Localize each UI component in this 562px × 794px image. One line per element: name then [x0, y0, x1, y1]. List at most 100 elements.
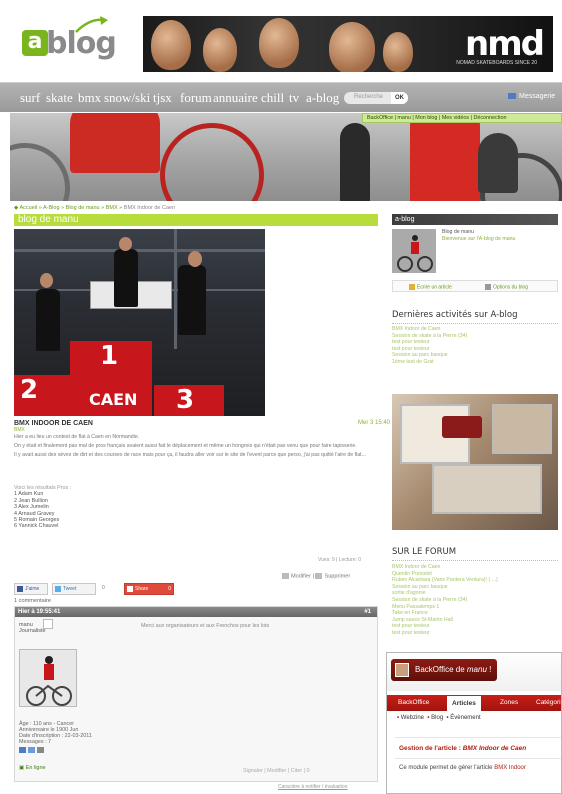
- nav-item-chill[interactable]: chill: [261, 90, 284, 106]
- blog-title: blog de manu: [14, 214, 378, 226]
- podium-banner: CAEN: [89, 390, 138, 409]
- sidebar-photo[interactable]: [392, 394, 558, 530]
- forum-item[interactable]: Jump sauce St-Martin Hall: [392, 617, 498, 624]
- user-icon[interactable]: [37, 747, 44, 753]
- gestion-prefix: Gestion de l'article :: [399, 745, 463, 752]
- backoffice-subnav: • Webzine • Blog • Évènement: [397, 715, 481, 721]
- activity-item[interactable]: BMX Indoor de Caen: [392, 326, 467, 333]
- activity-item[interactable]: test pour testeur: [392, 339, 467, 346]
- messagerie-label: Messagerie: [519, 93, 556, 100]
- report-link[interactable]: Caractère à notifier / évaluation: [278, 784, 347, 790]
- forum-item[interactable]: test pour testeur: [392, 630, 498, 637]
- author-stats: Âge : 110 ans - Cancer Anniversaire le 1…: [19, 721, 92, 755]
- forum-item[interactable]: test pour testeur: [392, 623, 498, 630]
- tab-articles[interactable]: Articles: [447, 696, 481, 711]
- forum-item[interactable]: Quentin Poncelet: [392, 571, 498, 578]
- forum-item[interactable]: sortie d'agonie: [392, 590, 498, 597]
- ablog-name[interactable]: Blog de manu: [442, 229, 474, 235]
- nav-item-bmx[interactable]: bmx: [78, 90, 101, 106]
- backoffice-panel: BackOffice de manu ! BackOffice Articles…: [386, 652, 562, 794]
- post-title[interactable]: BMX INDOOR DE CAEN: [14, 420, 93, 427]
- activity-item[interactable]: Session de skate à la Pierre (34): [392, 333, 467, 340]
- forum-item[interactable]: Session au parc basque: [392, 584, 498, 591]
- forum-item[interactable]: Ruben Alcantara (Vans Pantera Ventura)! …: [392, 577, 498, 584]
- edit-link[interactable]: Modifier: [291, 573, 311, 579]
- ablog-logo[interactable]: a blog: [22, 14, 117, 62]
- facebook-icon: [17, 586, 23, 592]
- subnav-blog[interactable]: Blog: [431, 715, 443, 721]
- ablog-actions: Écrire un article Options du blog: [392, 280, 558, 292]
- breadcrumb-bmx[interactable]: BMX: [106, 205, 118, 211]
- hero-image: [10, 113, 562, 201]
- subnav-evenement[interactable]: Évènement: [450, 715, 480, 721]
- backoffice-title: BackOffice de manu !: [391, 659, 498, 681]
- post-edit-links: Modifier | Supprimer: [282, 573, 350, 579]
- post-paragraph: On y était et finalement pas mal de pros…: [14, 443, 357, 449]
- post-body: Hier a eu lieu un contest de flat à Caen…: [14, 434, 378, 461]
- mail-icon[interactable]: [28, 747, 35, 753]
- nav-item-forum[interactable]: forum: [180, 90, 212, 106]
- podium-number-3: 3: [176, 385, 195, 415]
- backoffice-tabs: BackOffice Articles Zones Catégories: [387, 695, 561, 711]
- forum-item[interactable]: BMX Indoor de Caen: [392, 564, 498, 571]
- delete-link[interactable]: Supprimer: [324, 573, 350, 579]
- podium-number-1: 1: [100, 341, 119, 371]
- author-contact-icons: [19, 747, 92, 755]
- avatar[interactable]: [19, 649, 77, 707]
- activity-item[interactable]: 1ème test de Grat: [392, 359, 467, 366]
- forum-list: BMX Indoor de Caen Quentin Poncelet Rube…: [392, 564, 498, 637]
- nav-item-snow-ski[interactable]: snow/ski: [104, 90, 150, 106]
- desc-prefix: Ce module permet de gérer l'article: [399, 765, 495, 771]
- blog-avatar[interactable]: [392, 229, 436, 273]
- write-article-link[interactable]: Écrire un article: [409, 284, 452, 290]
- backoffice-avatar: [395, 663, 409, 677]
- post-category[interactable]: BMX: [14, 427, 25, 433]
- forum-heading: SUR LE FORUM: [392, 547, 558, 561]
- gear-icon: [485, 284, 491, 290]
- logo-letter: a: [22, 30, 48, 56]
- tweet-button[interactable]: Tweet: [52, 583, 96, 595]
- share-button[interactable]: Share 0: [124, 583, 174, 595]
- pencil-icon: [409, 284, 415, 290]
- comment-number[interactable]: #1: [364, 607, 371, 617]
- nmd-ad-banner[interactable]: nmd NOMAD SKATEBOARDS SINCE 20: [143, 16, 553, 72]
- user-toolbar[interactable]: BackOffice | manu | Mon blog | Mes vidéo…: [362, 113, 562, 123]
- forum-item[interactable]: Menu Passatemps 1: [392, 604, 498, 611]
- nav-item-tjsx[interactable]: tjsx: [153, 90, 172, 106]
- nav-item-annuaire[interactable]: annuaire: [213, 90, 258, 106]
- messagerie-link[interactable]: Messagerie: [508, 93, 555, 100]
- breadcrumb-ablog[interactable]: A-Blog: [43, 205, 60, 211]
- activity-item[interactable]: Session au parc basque: [392, 352, 467, 359]
- nav-item-a-blog[interactable]: a-blog: [306, 90, 339, 106]
- desc-article-link[interactable]: BMX Indoor: [494, 765, 526, 771]
- comment-actions[interactable]: Signaler | Modifier | Citer | 0: [243, 768, 310, 774]
- nav-item-skate[interactable]: skate: [46, 90, 73, 106]
- blog-options-link[interactable]: Options du blog: [485, 284, 528, 290]
- profile-icon[interactable]: [19, 747, 26, 753]
- comment-date: Hier à 19:55:41: [18, 609, 61, 615]
- breadcrumb-home[interactable]: Accueil: [19, 205, 37, 211]
- breadcrumb-blog[interactable]: Blog de manu: [66, 205, 100, 211]
- tab-zones[interactable]: Zones: [495, 695, 523, 711]
- search-ok-button[interactable]: OK: [391, 92, 408, 104]
- tab-categories[interactable]: Catégories: [531, 695, 561, 711]
- facebook-like-button[interactable]: J'aime: [14, 583, 48, 595]
- nav-item-tv[interactable]: tv: [289, 90, 299, 106]
- forum-item[interactable]: Session de skate à la Pierre (34): [392, 597, 498, 604]
- search-box[interactable]: Recherche OK: [344, 92, 408, 104]
- gestion-article: BMX Indoor de Caen: [462, 745, 527, 752]
- activity-item[interactable]: test pour testeur: [392, 346, 467, 353]
- forum-item[interactable]: Take en France: [392, 610, 498, 617]
- share-label: Share: [135, 586, 149, 592]
- author-rank-icon: [43, 619, 53, 629]
- post-photo[interactable]: 1 2 3 CAEN: [14, 229, 265, 416]
- banner-tagline: NOMAD SKATEBOARDS SINCE 20: [456, 60, 537, 66]
- blog-options-label: Options du blog: [493, 284, 529, 291]
- tab-backoffice[interactable]: BackOffice: [393, 695, 434, 711]
- results-list: Voici les résultats Pros : 1 Adam Kun 2 …: [14, 485, 71, 530]
- subnav-webzine[interactable]: Webzine: [401, 715, 424, 721]
- tweet-label: Tweet: [63, 586, 77, 592]
- search-input[interactable]: Recherche: [354, 94, 383, 100]
- nav-item-surf[interactable]: surf: [20, 90, 40, 106]
- tweet-count: 0: [102, 585, 105, 591]
